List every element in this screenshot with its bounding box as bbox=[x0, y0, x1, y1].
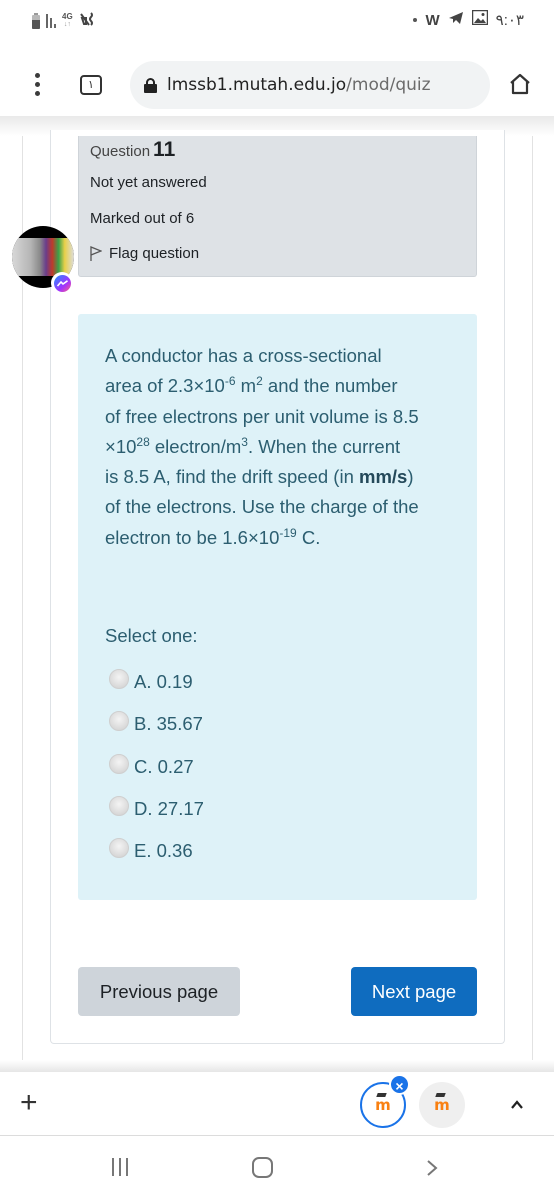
radio-button[interactable] bbox=[109, 796, 129, 817]
browser-toolbar: ١ lmssb1.mutah.edu.jo/mod/quiz bbox=[0, 54, 554, 114]
messenger-icon bbox=[51, 272, 73, 294]
tab-switcher-button[interactable]: ١ bbox=[80, 75, 102, 95]
flag-icon bbox=[90, 246, 102, 261]
recents-icon[interactable] bbox=[112, 1158, 128, 1176]
status-left: 4G ↓↑ bbox=[32, 11, 95, 30]
network-4g-icon: 4G ↓↑ bbox=[62, 11, 73, 28]
vibrate-mute-icon bbox=[79, 11, 95, 30]
flag-question-label: Flag question bbox=[109, 245, 200, 262]
notification-dot-icon bbox=[413, 18, 418, 22]
question-text: A conductor has a cross-sectional area o… bbox=[105, 345, 419, 548]
chat-head-avatar bbox=[12, 238, 74, 276]
url-path: /mod/quiz bbox=[346, 75, 431, 95]
answer-option-b[interactable]: B. 35.67 bbox=[109, 703, 204, 745]
radio-button[interactable] bbox=[109, 753, 129, 774]
question-state: Not yet answered bbox=[90, 174, 207, 191]
status-right: W ٩:٠٣ bbox=[413, 9, 524, 30]
select-one-prompt: Select one: bbox=[105, 625, 198, 646]
question-title: Question 11 bbox=[90, 138, 176, 161]
answer-option-d[interactable]: D. 27.17 bbox=[109, 788, 204, 830]
moodle-icon: m bbox=[375, 1096, 391, 1114]
moodle-icon: m bbox=[434, 1096, 450, 1114]
option-label: B. 35.67 bbox=[134, 713, 203, 735]
kebab-menu-icon[interactable] bbox=[30, 66, 44, 102]
question-marks: Marked out of 6 bbox=[90, 210, 195, 227]
page-border-right bbox=[532, 136, 533, 1060]
option-label: D. 27.17 bbox=[134, 798, 204, 820]
tab-strip: + m m bbox=[0, 1072, 554, 1136]
system-nav-bar bbox=[0, 1137, 554, 1200]
radio-button[interactable] bbox=[109, 838, 129, 859]
moodle-tab-inactive[interactable]: m bbox=[419, 1082, 465, 1128]
flag-question-link[interactable]: Flag question bbox=[90, 245, 199, 262]
option-label: C. 0.27 bbox=[134, 755, 194, 777]
battery-icon bbox=[32, 12, 40, 29]
tabstrip-divider bbox=[0, 1060, 554, 1072]
address-bar[interactable]: lmssb1.mutah.edu.jo/mod/quiz bbox=[130, 61, 490, 109]
new-tab-button[interactable]: + bbox=[20, 1088, 38, 1118]
radio-button[interactable] bbox=[109, 711, 129, 732]
next-page-button[interactable]: Next page bbox=[351, 967, 477, 1016]
telegram-icon bbox=[448, 11, 464, 30]
home-icon[interactable] bbox=[508, 72, 532, 96]
close-tab-icon[interactable]: × bbox=[389, 1074, 410, 1095]
question-info: Question 11 Not yet answered Marked out o… bbox=[78, 136, 477, 277]
unit-emphasis: mm/s bbox=[359, 466, 408, 488]
signal-icon bbox=[46, 13, 56, 28]
option-label: E. 0.36 bbox=[134, 840, 193, 862]
chevron-up-icon[interactable] bbox=[510, 1098, 524, 1112]
url-host: lmssb1.mutah.edu.jo bbox=[167, 75, 347, 95]
answer-option-a[interactable]: A. 0.19 bbox=[109, 661, 204, 703]
url-text[interactable]: lmssb1.mutah.edu.jo/mod/quiz bbox=[167, 75, 467, 95]
answer-option-c[interactable]: C. 0.27 bbox=[109, 746, 204, 788]
clock: ٩:٠٣ bbox=[495, 12, 524, 29]
answer-option-e[interactable]: E. 0.36 bbox=[109, 830, 204, 872]
back-icon[interactable] bbox=[424, 1159, 440, 1177]
option-label: A. 0.19 bbox=[134, 671, 193, 693]
question-content: A conductor has a cross-sectional area o… bbox=[78, 314, 477, 900]
radio-button[interactable] bbox=[109, 669, 129, 690]
lock-icon bbox=[144, 78, 157, 93]
gallery-icon bbox=[471, 9, 488, 30]
word-app-icon: W bbox=[425, 11, 440, 29]
status-bar: 4G ↓↑ W ٩:٠٣ bbox=[0, 0, 554, 40]
answer-options: A. 0.19 B. 35.67 C. 0.27 D. 27.17 E. 0.3… bbox=[109, 661, 204, 872]
previous-page-button[interactable]: Previous page bbox=[78, 967, 240, 1016]
question-number: 11 bbox=[153, 138, 176, 161]
home-nav-icon[interactable] bbox=[252, 1157, 273, 1178]
